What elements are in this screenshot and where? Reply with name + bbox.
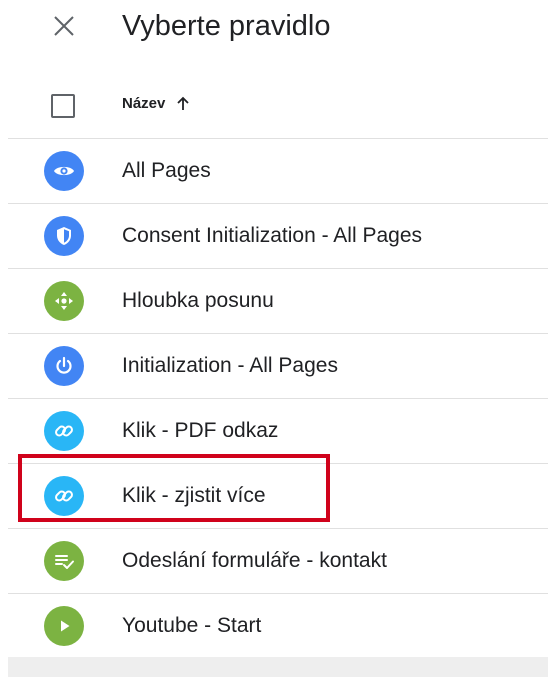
eye-icon [44,151,84,191]
trigger-list: Název All Pages Consent Initialization -… [8,75,548,659]
link-icon [44,411,84,451]
close-button[interactable] [44,6,84,46]
trigger-label: All Pages [122,159,211,182]
list-footer [8,657,548,677]
play-icon [44,606,84,646]
column-header-name: Název [122,95,166,112]
trigger-row-all-pages[interactable]: All Pages [8,139,548,204]
trigger-label: Klik - PDF odkaz [122,419,279,442]
form-check-icon [44,541,84,581]
trigger-label: Klik - zjistit více [122,484,266,507]
trigger-row-youtube-start[interactable]: Youtube - Start [8,594,548,659]
dialog-title: Vyberte pravidlo [122,10,331,42]
trigger-row-hloubka-posunu[interactable]: Hloubka posunu [8,269,548,334]
table-header: Název [8,75,548,139]
dialog-header: Vyberte pravidlo [0,0,548,60]
trigger-row-klik-pdf-odkaz[interactable]: Klik - PDF odkaz [8,399,548,464]
link-icon [44,476,84,516]
trigger-row-consent-initialization[interactable]: Consent Initialization - All Pages [8,204,548,269]
move-arrows-icon [44,281,84,321]
trigger-label: Consent Initialization - All Pages [122,224,422,247]
arrow-up-icon [175,96,191,112]
select-all-checkbox[interactable] [51,94,75,118]
trigger-label: Initialization - All Pages [122,354,338,377]
trigger-row-odeslani-formulare[interactable]: Odeslání formuláře - kontakt [8,529,548,594]
sort-by-name-button[interactable]: Název [122,95,191,112]
trigger-label: Odeslání formuláře - kontakt [122,549,387,572]
power-icon [44,346,84,386]
shield-icon [44,216,84,256]
trigger-label: Youtube - Start [122,614,262,637]
trigger-row-initialization[interactable]: Initialization - All Pages [8,334,548,399]
trigger-row-klik-zjistit-vice[interactable]: Klik - zjistit více [8,464,548,529]
trigger-label: Hloubka posunu [122,289,274,312]
close-icon [54,16,74,36]
